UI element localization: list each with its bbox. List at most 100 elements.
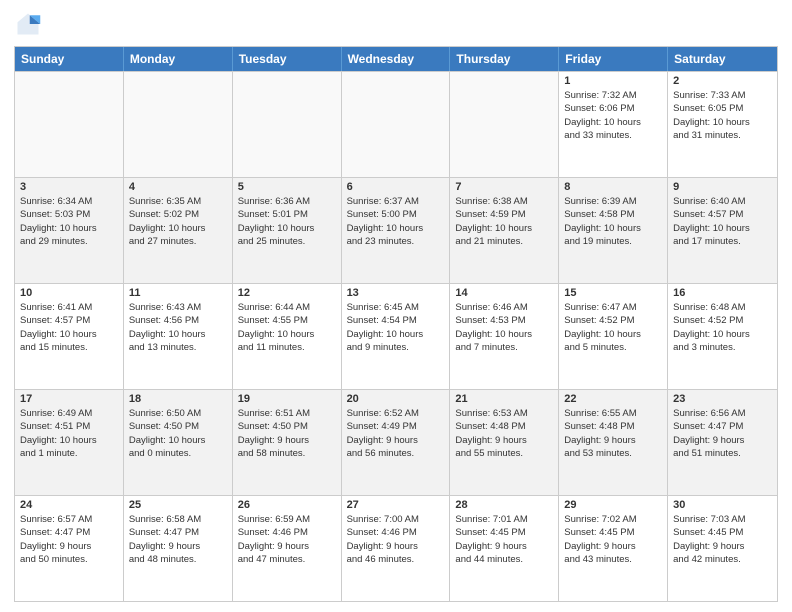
day-cell-25: 25Sunrise: 6:58 AMSunset: 4:47 PMDayligh… [124, 496, 233, 601]
day-info: Sunrise: 6:55 AMSunset: 4:48 PMDaylight:… [564, 407, 662, 460]
day-number: 27 [347, 499, 445, 511]
day-cell-12: 12Sunrise: 6:44 AMSunset: 4:55 PMDayligh… [233, 284, 342, 389]
day-info: Sunrise: 6:36 AMSunset: 5:01 PMDaylight:… [238, 195, 336, 248]
calendar-row-3: 10 Sunrise: 6:41 AMSunset: 4:57 PMDayligh… [15, 283, 777, 389]
day-cell-9: 9 Sunrise: 6:40 AMSunset: 4:57 PMDaylight… [668, 178, 777, 283]
day-info: Sunrise: 6:59 AMSunset: 4:46 PMDaylight:… [238, 513, 336, 566]
logo-icon [14, 10, 42, 38]
day-info: Sunrise: 6:49 AMSunset: 4:51 PMDaylight:… [20, 407, 118, 460]
day-number: 7 [455, 181, 553, 193]
day-info: Sunrise: 7:02 AMSunset: 4:45 PMDaylight:… [564, 513, 662, 566]
day-cell-11: 11 Sunrise: 6:43 AMSunset: 4:56 PMDayligh… [124, 284, 233, 389]
calendar-row-2: 3 Sunrise: 6:34 AMSunset: 5:03 PMDaylight… [15, 177, 777, 283]
day-cell-23: 23Sunrise: 6:56 AMSunset: 4:47 PMDayligh… [668, 390, 777, 495]
day-cell-13: 13 Sunrise: 6:45 AMSunset: 4:54 PMDayligh… [342, 284, 451, 389]
day-cell-21: 21 Sunrise: 6:53 AMSunset: 4:48 PMDayligh… [450, 390, 559, 495]
day-info: Sunrise: 7:03 AMSunset: 4:45 PMDaylight:… [673, 513, 772, 566]
header-cell-thursday: Thursday [450, 47, 559, 71]
day-info: Sunrise: 6:41 AMSunset: 4:57 PMDaylight:… [20, 301, 118, 354]
day-info: Sunrise: 6:51 AMSunset: 4:50 PMDaylight:… [238, 407, 336, 460]
day-info: Sunrise: 6:38 AMSunset: 4:59 PMDaylight:… [455, 195, 553, 248]
day-cell-22: 22 Sunrise: 6:55 AMSunset: 4:48 PMDayligh… [559, 390, 668, 495]
day-cell-27: 27 Sunrise: 7:00 AMSunset: 4:46 PMDayligh… [342, 496, 451, 601]
day-cell-4: 4 Sunrise: 6:35 AMSunset: 5:02 PMDaylight… [124, 178, 233, 283]
day-info: Sunrise: 6:52 AMSunset: 4:49 PMDaylight:… [347, 407, 445, 460]
day-info: Sunrise: 6:47 AMSunset: 4:52 PMDaylight:… [564, 301, 662, 354]
day-number: 22 [564, 393, 662, 405]
day-number: 14 [455, 287, 553, 299]
day-info: Sunrise: 7:00 AMSunset: 4:46 PMDaylight:… [347, 513, 445, 566]
day-number: 9 [673, 181, 772, 193]
calendar-body: 1 Sunrise: 7:32 AMSunset: 6:06 PMDaylight… [15, 71, 777, 601]
day-info: Sunrise: 6:50 AMSunset: 4:50 PMDaylight:… [129, 407, 227, 460]
day-number: 16 [673, 287, 772, 299]
day-info: Sunrise: 6:43 AMSunset: 4:56 PMDaylight:… [129, 301, 227, 354]
page: SundayMondayTuesdayWednesdayThursdayFrid… [0, 0, 792, 612]
day-info: Sunrise: 7:33 AMSunset: 6:05 PMDaylight:… [673, 89, 772, 142]
day-cell-20: 20 Sunrise: 6:52 AMSunset: 4:49 PMDayligh… [342, 390, 451, 495]
day-number: 21 [455, 393, 553, 405]
logo [14, 10, 46, 38]
day-number: 20 [347, 393, 445, 405]
day-cell-30: 30 Sunrise: 7:03 AMSunset: 4:45 PMDayligh… [668, 496, 777, 601]
header [14, 10, 778, 38]
day-number: 4 [129, 181, 227, 193]
day-info: Sunrise: 7:01 AMSunset: 4:45 PMDaylight:… [455, 513, 553, 566]
header-cell-tuesday: Tuesday [233, 47, 342, 71]
day-number: 28 [455, 499, 553, 511]
day-cell-24: 24 Sunrise: 6:57 AMSunset: 4:47 PMDayligh… [15, 496, 124, 601]
day-info: Sunrise: 7:32 AMSunset: 6:06 PMDaylight:… [564, 89, 662, 142]
header-cell-friday: Friday [559, 47, 668, 71]
calendar-row-1: 1 Sunrise: 7:32 AMSunset: 6:06 PMDaylight… [15, 71, 777, 177]
day-cell-3: 3 Sunrise: 6:34 AMSunset: 5:03 PMDaylight… [15, 178, 124, 283]
day-info: Sunrise: 6:37 AMSunset: 5:00 PMDaylight:… [347, 195, 445, 248]
day-info: Sunrise: 6:44 AMSunset: 4:55 PMDaylight:… [238, 301, 336, 354]
day-cell-29: 29 Sunrise: 7:02 AMSunset: 4:45 PMDayligh… [559, 496, 668, 601]
day-number: 11 [129, 287, 227, 299]
day-number: 15 [564, 287, 662, 299]
day-number: 29 [564, 499, 662, 511]
day-number: 30 [673, 499, 772, 511]
day-number: 3 [20, 181, 118, 193]
day-info: Sunrise: 6:34 AMSunset: 5:03 PMDaylight:… [20, 195, 118, 248]
day-number: 6 [347, 181, 445, 193]
calendar: SundayMondayTuesdayWednesdayThursdayFrid… [14, 46, 778, 602]
day-info: Sunrise: 6:46 AMSunset: 4:53 PMDaylight:… [455, 301, 553, 354]
day-cell-10: 10 Sunrise: 6:41 AMSunset: 4:57 PMDayligh… [15, 284, 124, 389]
header-cell-monday: Monday [124, 47, 233, 71]
header-cell-wednesday: Wednesday [342, 47, 451, 71]
calendar-row-4: 17Sunrise: 6:49 AMSunset: 4:51 PMDayligh… [15, 389, 777, 495]
day-number: 8 [564, 181, 662, 193]
empty-cell [124, 72, 233, 177]
day-number: 10 [20, 287, 118, 299]
day-info: Sunrise: 6:57 AMSunset: 4:47 PMDaylight:… [20, 513, 118, 566]
calendar-row-5: 24 Sunrise: 6:57 AMSunset: 4:47 PMDayligh… [15, 495, 777, 601]
day-info: Sunrise: 6:45 AMSunset: 4:54 PMDaylight:… [347, 301, 445, 354]
empty-cell [233, 72, 342, 177]
day-info: Sunrise: 6:40 AMSunset: 4:57 PMDaylight:… [673, 195, 772, 248]
day-number: 2 [673, 75, 772, 87]
day-info: Sunrise: 6:58 AMSunset: 4:47 PMDaylight:… [129, 513, 227, 566]
day-number: 24 [20, 499, 118, 511]
day-info: Sunrise: 6:53 AMSunset: 4:48 PMDaylight:… [455, 407, 553, 460]
header-cell-saturday: Saturday [668, 47, 777, 71]
header-cell-sunday: Sunday [15, 47, 124, 71]
day-cell-1: 1 Sunrise: 7:32 AMSunset: 6:06 PMDaylight… [559, 72, 668, 177]
empty-cell [450, 72, 559, 177]
day-cell-17: 17Sunrise: 6:49 AMSunset: 4:51 PMDayligh… [15, 390, 124, 495]
empty-cell [342, 72, 451, 177]
day-cell-14: 14 Sunrise: 6:46 AMSunset: 4:53 PMDayligh… [450, 284, 559, 389]
day-cell-19: 19 Sunrise: 6:51 AMSunset: 4:50 PMDayligh… [233, 390, 342, 495]
day-cell-8: 8Sunrise: 6:39 AMSunset: 4:58 PMDaylight… [559, 178, 668, 283]
day-number: 19 [238, 393, 336, 405]
day-info: Sunrise: 6:35 AMSunset: 5:02 PMDaylight:… [129, 195, 227, 248]
day-cell-26: 26Sunrise: 6:59 AMSunset: 4:46 PMDayligh… [233, 496, 342, 601]
day-cell-16: 16Sunrise: 6:48 AMSunset: 4:52 PMDayligh… [668, 284, 777, 389]
day-cell-28: 28 Sunrise: 7:01 AMSunset: 4:45 PMDayligh… [450, 496, 559, 601]
day-number: 1 [564, 75, 662, 87]
day-cell-2: 2 Sunrise: 7:33 AMSunset: 6:05 PMDaylight… [668, 72, 777, 177]
day-number: 5 [238, 181, 336, 193]
day-number: 13 [347, 287, 445, 299]
day-cell-18: 18Sunrise: 6:50 AMSunset: 4:50 PMDayligh… [124, 390, 233, 495]
day-cell-7: 7 Sunrise: 6:38 AMSunset: 4:59 PMDaylight… [450, 178, 559, 283]
